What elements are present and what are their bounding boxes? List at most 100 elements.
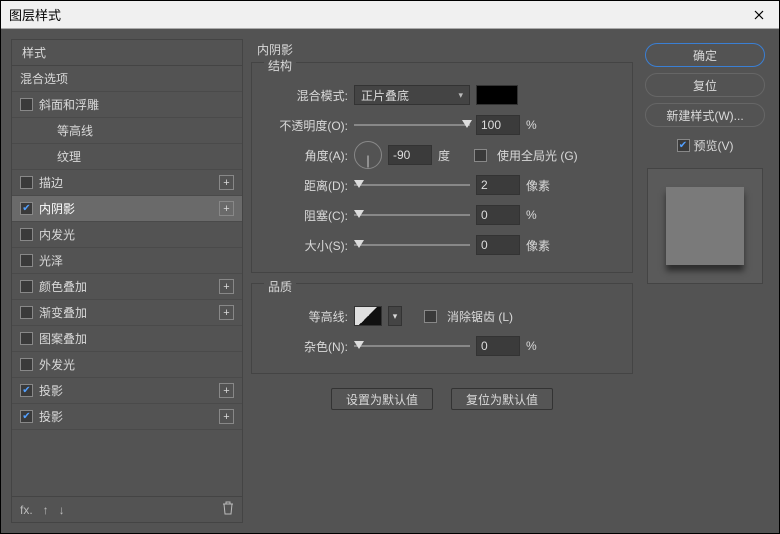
styles-list: 混合选项 斜面和浮雕等高线纹理描边+内阴影+内发光光泽颜色叠加+渐变叠加+图案叠… — [12, 66, 242, 496]
size-label: 大小(S): — [262, 237, 348, 254]
style-row[interactable]: 外发光 — [12, 352, 242, 378]
reset-default-button[interactable]: 复位为默认值 — [451, 388, 553, 410]
size-row: 大小(S): 像素 — [262, 230, 622, 260]
style-row[interactable]: 描边+ — [12, 170, 242, 196]
distance-row: 距离(D): 像素 — [262, 170, 622, 200]
styles-panel: 样式 混合选项 斜面和浮雕等高线纹理描边+内阴影+内发光光泽颜色叠加+渐变叠加+… — [11, 39, 243, 523]
preview-check-row: 预览(V) — [677, 137, 734, 154]
style-checkbox[interactable] — [20, 358, 33, 371]
opacity-label: 不透明度(O): — [262, 117, 348, 134]
down-arrow-icon[interactable]: ↓ — [59, 503, 65, 517]
style-checkbox[interactable] — [20, 254, 33, 267]
set-default-button[interactable]: 设置为默认值 — [331, 388, 433, 410]
style-checkbox[interactable] — [20, 202, 33, 215]
style-label: 光泽 — [39, 252, 234, 269]
blend-mode-label: 混合模式: — [262, 87, 348, 104]
size-input[interactable] — [476, 235, 520, 255]
style-label: 内阴影 — [39, 200, 219, 217]
preview-swatch — [666, 187, 744, 265]
window-title: 图层样式 — [9, 5, 61, 24]
shadow-color-swatch[interactable] — [476, 85, 518, 105]
style-label: 外发光 — [39, 356, 234, 373]
style-checkbox[interactable] — [20, 410, 33, 423]
blend-mode-value: 正片叠底 — [361, 87, 409, 104]
style-label: 渐变叠加 — [39, 304, 219, 321]
add-effect-icon[interactable]: + — [219, 409, 234, 424]
choke-input[interactable] — [476, 205, 520, 225]
choke-label: 阻塞(C): — [262, 207, 348, 224]
dialog-body: 样式 混合选项 斜面和浮雕等高线纹理描边+内阴影+内发光光泽颜色叠加+渐变叠加+… — [1, 29, 779, 533]
add-effect-icon[interactable]: + — [219, 201, 234, 216]
add-effect-icon[interactable]: + — [219, 175, 234, 190]
style-row[interactable]: 内发光 — [12, 222, 242, 248]
blend-mode-row: 混合模式: 正片叠底 ▾ — [262, 80, 622, 110]
structure-title: 结构 — [264, 57, 296, 74]
action-panel: 确定 复位 新建样式(W)... 预览(V) — [641, 39, 769, 523]
style-row[interactable]: 内阴影+ — [12, 196, 242, 222]
style-label: 等高线 — [57, 122, 234, 139]
trash-icon[interactable] — [222, 501, 234, 518]
style-checkbox[interactable] — [20, 384, 33, 397]
add-effect-icon[interactable]: + — [219, 383, 234, 398]
styles-header: 样式 — [12, 40, 242, 66]
quality-fieldset: 品质 等高线: ▾ 消除锯齿 (L) 杂色(N): % — [251, 283, 633, 374]
style-label: 纹理 — [57, 148, 234, 165]
new-style-button[interactable]: 新建样式(W)... — [645, 103, 765, 127]
fx-icon[interactable]: fx. — [20, 503, 33, 517]
noise-row: 杂色(N): % — [262, 331, 622, 361]
angle-row: 角度(A): 度 使用全局光 (G) — [262, 140, 622, 170]
contour-picker[interactable] — [354, 306, 382, 326]
antialias-checkbox[interactable] — [424, 310, 437, 323]
style-row[interactable]: 斜面和浮雕 — [12, 92, 242, 118]
style-row[interactable]: 投影+ — [12, 404, 242, 430]
style-checkbox[interactable] — [20, 176, 33, 189]
style-label: 斜面和浮雕 — [39, 96, 234, 113]
distance-slider[interactable] — [354, 177, 470, 193]
angle-dial[interactable] — [354, 141, 382, 169]
global-light-label: 使用全局光 (G) — [497, 147, 578, 164]
effect-title: 内阴影 — [251, 39, 633, 62]
style-row[interactable]: 投影+ — [12, 378, 242, 404]
style-checkbox[interactable] — [20, 306, 33, 319]
preview-box — [647, 168, 763, 284]
up-arrow-icon[interactable]: ↑ — [43, 503, 49, 517]
style-checkbox[interactable] — [20, 332, 33, 345]
opacity-slider[interactable] — [354, 117, 470, 133]
noise-label: 杂色(N): — [262, 338, 348, 355]
blend-mode-select[interactable]: 正片叠底 ▾ — [354, 85, 470, 105]
structure-fieldset: 结构 混合模式: 正片叠底 ▾ 不透明度(O): — [251, 62, 633, 273]
style-checkbox[interactable] — [20, 280, 33, 293]
blending-options-row[interactable]: 混合选项 — [12, 66, 242, 92]
style-row[interactable]: 纹理 — [12, 144, 242, 170]
quality-title: 品质 — [264, 278, 296, 295]
close-icon — [754, 10, 764, 20]
opacity-row: 不透明度(O): % — [262, 110, 622, 140]
global-light-checkbox[interactable] — [474, 149, 487, 162]
noise-slider[interactable] — [354, 338, 470, 354]
style-label: 图案叠加 — [39, 330, 234, 347]
style-row[interactable]: 图案叠加 — [12, 326, 242, 352]
style-row[interactable]: 颜色叠加+ — [12, 274, 242, 300]
add-effect-icon[interactable]: + — [219, 305, 234, 320]
distance-unit: 像素 — [526, 177, 556, 194]
style-checkbox[interactable] — [20, 228, 33, 241]
style-checkbox[interactable] — [20, 98, 33, 111]
angle-input[interactable] — [388, 145, 432, 165]
distance-input[interactable] — [476, 175, 520, 195]
close-button[interactable] — [739, 1, 779, 29]
style-row[interactable]: 等高线 — [12, 118, 242, 144]
noise-input[interactable] — [476, 336, 520, 356]
add-effect-icon[interactable]: + — [219, 279, 234, 294]
ok-button[interactable]: 确定 — [645, 43, 765, 67]
contour-dropdown[interactable]: ▾ — [388, 306, 402, 326]
style-row[interactable]: 光泽 — [12, 248, 242, 274]
choke-slider[interactable] — [354, 207, 470, 223]
reset-button[interactable]: 复位 — [645, 73, 765, 97]
choke-row: 阻塞(C): % — [262, 200, 622, 230]
size-slider[interactable] — [354, 237, 470, 253]
choke-unit: % — [526, 208, 556, 222]
preview-checkbox[interactable] — [677, 139, 690, 152]
style-label: 描边 — [39, 174, 219, 191]
style-row[interactable]: 渐变叠加+ — [12, 300, 242, 326]
opacity-input[interactable] — [476, 115, 520, 135]
